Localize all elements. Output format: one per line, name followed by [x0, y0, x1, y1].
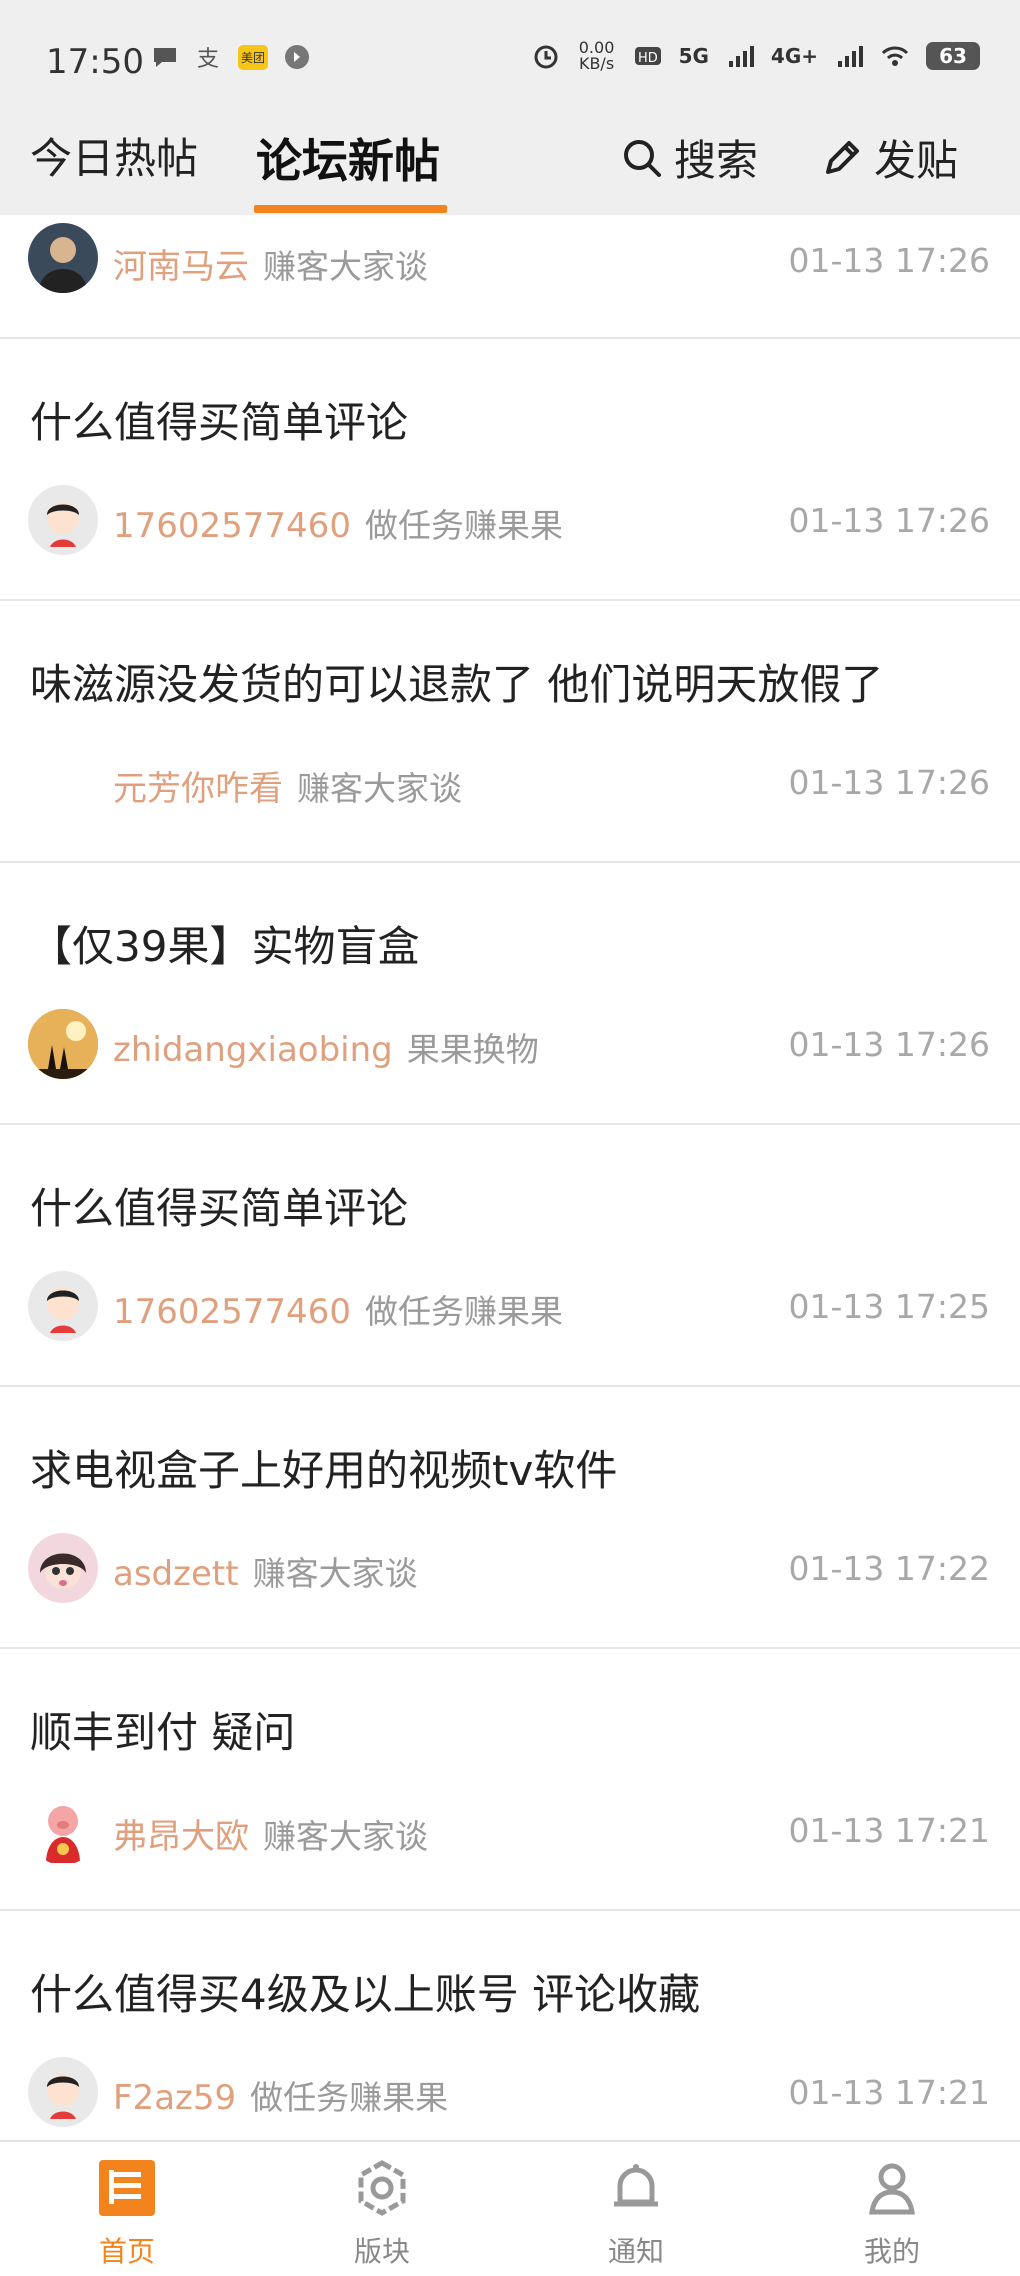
avatar[interactable]: [28, 1533, 98, 1603]
home-icon: [99, 2160, 155, 2216]
tab-sections[interactable]: 版块: [312, 2158, 452, 2270]
bell-icon: [614, 2164, 658, 2207]
tab-mine[interactable]: 我的: [822, 2158, 962, 2270]
username[interactable]: 弗昂大欧 赚客大家谈: [113, 1809, 428, 1858]
list-item[interactable]: 什么值得买简单评论 17602577460 做任务赚果果 01-13 17:25: [0, 1125, 1020, 1387]
post-time: 01-13 17:21: [788, 1811, 990, 1850]
notification-icons: 支 美团: [150, 42, 312, 72]
signal-icon-2: [838, 46, 863, 67]
list-item[interactable]: 顺丰到付 疑问 弗昂大欧 赚客大家谈 01-13 17:21: [0, 1649, 1020, 1911]
system-icons: 0.00 KB/s HD 5G 4G+ 63: [531, 40, 980, 72]
svg-text:支: 支: [197, 47, 219, 72]
list-item[interactable]: 味滋源没发货的可以退款了 他们说明天放假了 元芳你咋看 赚客大家谈 01-13 1…: [0, 601, 1020, 863]
tab-home[interactable]: 首页: [57, 2158, 197, 2270]
username[interactable]: 17602577460 做任务赚果果: [113, 1285, 563, 1333]
tab-mine-label: 我的: [863, 2235, 920, 2268]
signal-4g: 4G+: [770, 44, 818, 68]
avatar[interactable]: [28, 1009, 98, 1079]
signal-icon: [728, 46, 754, 67]
post-list: 河南马云 赚客大家谈 01-13 17:26 什么值得买简单评论 17602577…: [0, 215, 1020, 2171]
signal-5g: 5G: [678, 44, 709, 68]
post-title[interactable]: 顺丰到付 疑问: [30, 1699, 295, 1760]
username[interactable]: 17602577460 做任务赚果果: [113, 499, 563, 547]
post-title[interactable]: 什么值得买4级及以上账号 评论收藏: [30, 1961, 700, 2022]
tab-notify-label: 通知: [607, 2235, 664, 2268]
app-icon: [285, 45, 310, 69]
post-time: 01-13 17:26: [788, 763, 990, 802]
post-title[interactable]: 味滋源没发货的可以退款了 他们说明天放假了: [30, 651, 883, 712]
forum-name: 做任务赚果果: [364, 506, 563, 545]
list-item[interactable]: 求电视盒子上好用的视频tv软件 asdzett 赚客大家谈 01-13 17:22: [0, 1387, 1020, 1649]
forum-name: 赚客大家谈: [263, 247, 428, 286]
post-label: 发贴: [874, 136, 959, 185]
username[interactable]: asdzett 赚客大家谈: [113, 1547, 418, 1595]
avatar[interactable]: [28, 2057, 98, 2127]
alipay-icon: 支: [197, 47, 219, 72]
username[interactable]: F2az59 做任务赚果果: [113, 2071, 448, 2119]
forum-name: 做任务赚果果: [364, 1292, 563, 1331]
new-post-button[interactable]: 发贴: [820, 127, 958, 188]
forum-name: 赚客大家谈: [263, 1817, 428, 1856]
tab-home-label: 首页: [98, 2235, 155, 2268]
avatar[interactable]: [28, 223, 98, 293]
post-time: 01-13 17:21: [788, 2073, 990, 2112]
username[interactable]: 元芳你咋看 赚客大家谈: [113, 761, 462, 810]
forum-name: 做任务赚果果: [250, 2078, 449, 2117]
hd-icon: HD: [634, 47, 661, 66]
battery-indicator: 63: [926, 42, 980, 70]
search-icon: [624, 139, 661, 177]
post-title[interactable]: 什么值得买简单评论: [30, 389, 408, 450]
username[interactable]: zhidangxiaobing 果果换物: [113, 1023, 539, 1071]
search-label: 搜索: [674, 136, 759, 185]
status-time: 17:50: [46, 42, 144, 82]
post-title[interactable]: 求电视盒子上好用的视频tv软件: [30, 1437, 617, 1498]
post-time: 01-13 17:26: [788, 501, 990, 540]
search-button[interactable]: 搜索: [620, 127, 758, 188]
post-title[interactable]: 【仅39果】实物盲盒: [30, 913, 419, 974]
wifi-icon: [881, 46, 909, 66]
avatar[interactable]: [28, 1271, 98, 1341]
active-tab-indicator: [254, 205, 447, 213]
forum-name: 赚客大家谈: [297, 769, 462, 808]
list-item[interactable]: 什么值得买4级及以上账号 评论收藏 F2az59 做任务赚果果 01-13 17:…: [0, 1911, 1020, 2171]
list-item[interactable]: 什么值得买简单评论 17602577460 做任务赚果果 01-13 17:26: [0, 339, 1020, 601]
forum-name: 赚客大家谈: [252, 1554, 418, 1593]
list-item[interactable]: 河南马云 赚客大家谈 01-13 17:26: [0, 215, 1020, 339]
post-title[interactable]: 什么值得买简单评论: [30, 1175, 408, 1236]
avatar[interactable]: [28, 485, 98, 555]
tab-forum-new[interactable]: 论坛新帖: [256, 125, 440, 191]
forum-name: 果果换物: [406, 1030, 539, 1069]
username[interactable]: 河南马云 赚客大家谈: [113, 239, 428, 288]
top-nav: 今日热帖 论坛新帖 搜索 发贴: [0, 105, 1020, 215]
avatar[interactable]: [28, 1795, 98, 1865]
tab-today-hot[interactable]: 今日热帖: [30, 125, 198, 186]
list-item[interactable]: 【仅39果】实物盲盒 zhidangxiaobing 果果换物 01-13 17:…: [0, 863, 1020, 1125]
user-icon: [869, 2163, 915, 2215]
post-time: 01-13 17:22: [788, 1549, 990, 1588]
post-time: 01-13 17:26: [788, 241, 990, 280]
hexagon-gear-icon: [358, 2160, 406, 2216]
chat-icon: [154, 48, 176, 67]
pencil-icon: [826, 140, 859, 174]
post-time: 01-13 17:25: [788, 1287, 990, 1326]
status-bar: 17:50 支 美团 0.00 KB/s HD 5G 4G+ 63: [0, 0, 1020, 105]
tab-sections-label: 版块: [353, 2235, 410, 2268]
tab-notify[interactable]: 通知: [566, 2158, 706, 2270]
svg-text:HD: HD: [638, 51, 658, 66]
meituan-icon: 美团: [238, 44, 269, 70]
alarm-icon: [534, 45, 558, 69]
network-speed: 0.00 KB/s: [578, 38, 615, 73]
bottom-tab-bar: 首页 版块 通知 我的: [0, 2140, 1020, 2276]
post-time: 01-13 17:26: [788, 1025, 990, 1064]
